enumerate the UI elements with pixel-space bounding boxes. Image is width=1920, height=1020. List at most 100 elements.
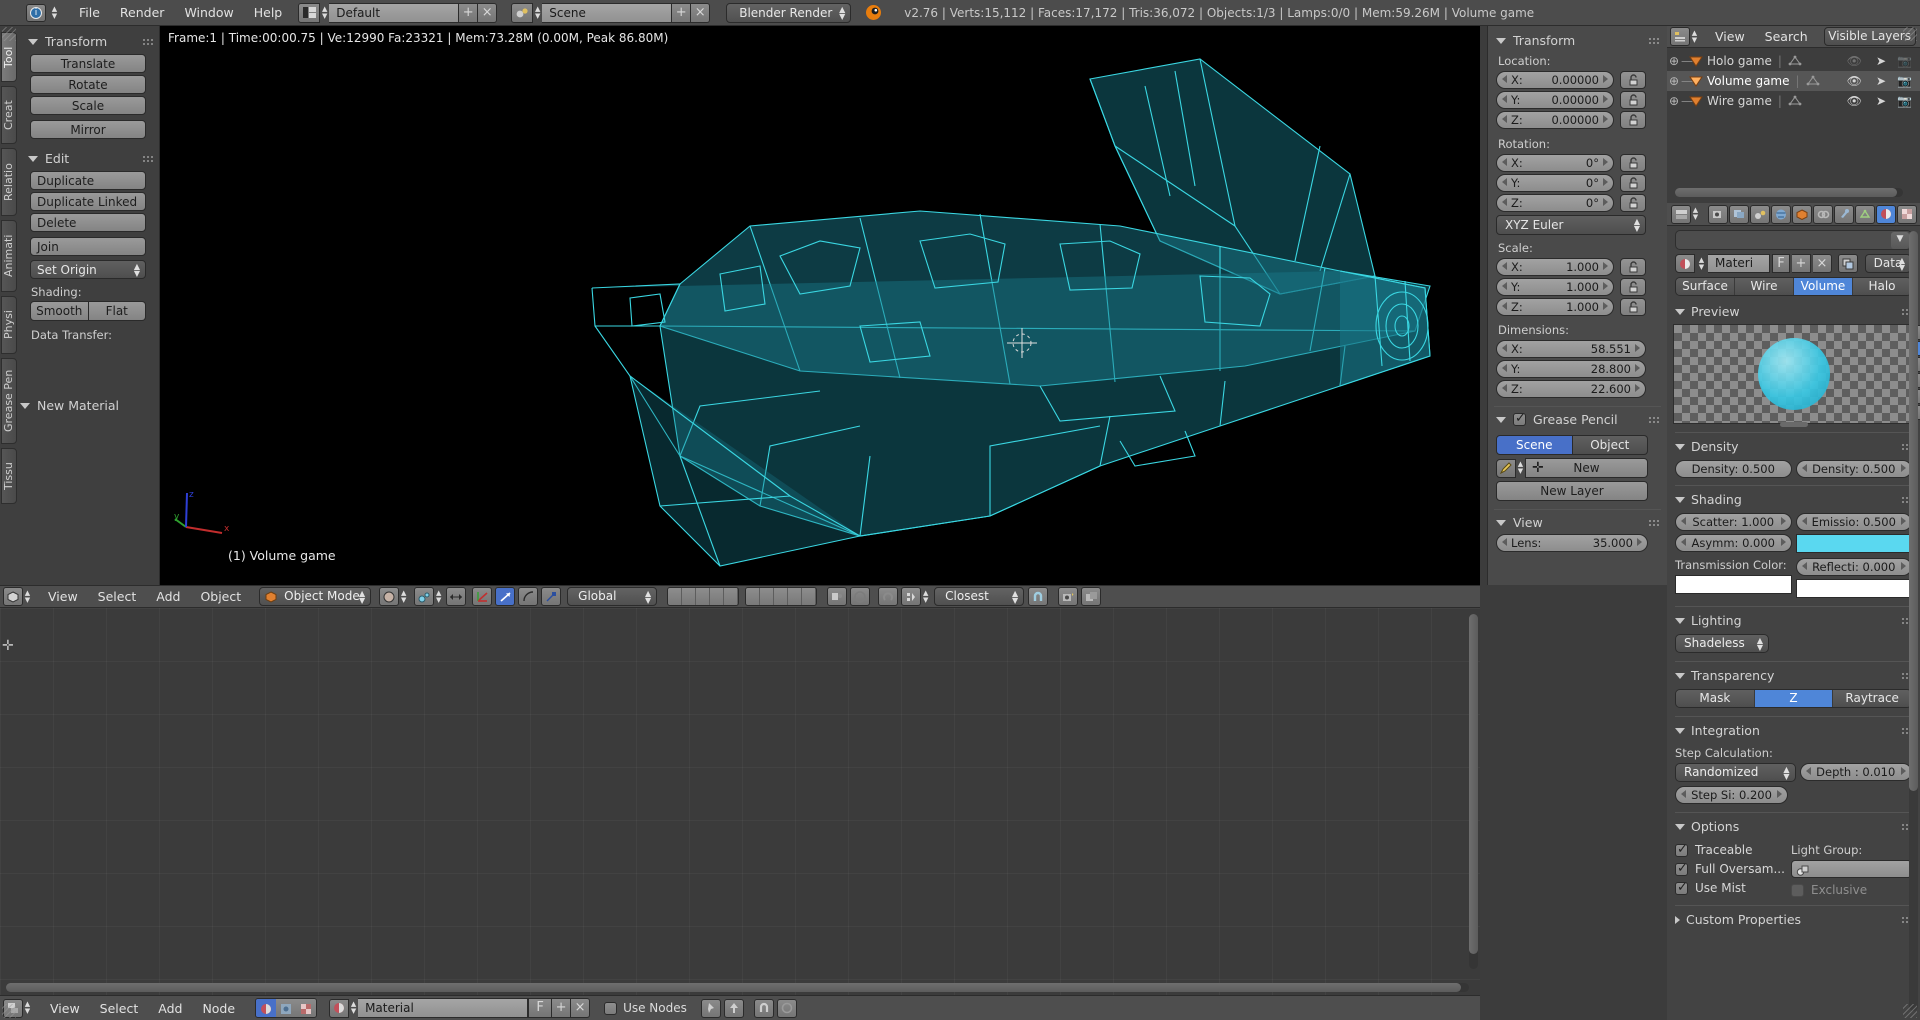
layer-cell[interactable]	[802, 588, 817, 605]
material-link-selector[interactable]: Data ▲ ▼	[1865, 254, 1911, 273]
menu-help[interactable]: Help	[244, 2, 293, 23]
node-editor-vertical-scrollbar[interactable]	[1469, 614, 1478, 969]
snap-node-icon[interactable]	[753, 998, 774, 1018]
lock-location-z-icon[interactable]	[1620, 111, 1646, 129]
outliner-object-name[interactable]: Wire game	[1707, 94, 1772, 108]
grease-pencil-new-layer-button[interactable]: New Layer	[1496, 481, 1648, 501]
restrict-view-icon[interactable]: 👁	[1847, 74, 1862, 88]
add-screen-layout-button[interactable]: +	[459, 2, 479, 23]
snap-toggle-icon[interactable]	[878, 587, 899, 606]
location-z-field[interactable]: Z: 0.00000	[1496, 111, 1614, 129]
restrict-select-icon[interactable]: ➤	[1876, 74, 1886, 88]
proportional-edit-icon[interactable]	[850, 587, 871, 606]
editor-type-properties-icon[interactable]	[1671, 204, 1691, 224]
screen-layout-name[interactable]: Default	[329, 2, 460, 23]
area-corner-handle[interactable]	[2, 1004, 16, 1018]
material-remove-button[interactable]: ×	[1813, 254, 1832, 273]
layer-cell[interactable]	[724, 588, 739, 605]
properties-vertical-scrollbar[interactable]	[1909, 231, 1918, 1011]
blender-logo-icon[interactable]: i	[26, 3, 46, 22]
tool-delete-button[interactable]: Delete	[30, 213, 146, 232]
outliner-display-mode-chevron-icon[interactable]: ▲ ▼	[1690, 29, 1699, 44]
remove-screen-layout-button[interactable]: ×	[478, 2, 498, 23]
lock-scale-y-icon[interactable]	[1620, 278, 1646, 296]
lock-rotation-x-icon[interactable]	[1620, 154, 1646, 172]
object-shader-icon[interactable]	[256, 999, 277, 1017]
dimensions-y-field[interactable]: Y: 28.800	[1496, 360, 1646, 378]
toolshelf-panel-edit[interactable]: Edit	[20, 141, 159, 171]
restrict-select-icon[interactable]: ➤	[1876, 54, 1886, 68]
material-type-halo[interactable]: Halo	[1853, 278, 1911, 295]
outliner-row-wire-game[interactable]: ⊕ — Wire game | 👁 ➤ 📷	[1667, 91, 1920, 111]
lighting-panel-header[interactable]: Lighting	[1675, 611, 1912, 630]
restrict-view-icon[interactable]: 👁	[1847, 54, 1862, 68]
material-type-wire[interactable]: Wire	[1735, 278, 1794, 295]
object-tab-icon[interactable]	[1792, 204, 1812, 224]
viewport-menu-view[interactable]: View	[38, 586, 88, 607]
npanel-view-header[interactable]: View	[1488, 510, 1667, 534]
3d-viewport[interactable]: Frame:1 | Time:00:00.75 | Ve:12990 Fa:23…	[160, 26, 1480, 585]
menu-render[interactable]: Render	[110, 2, 175, 23]
transparency-raytrace-button[interactable]: Raytrace	[1833, 690, 1911, 707]
node-menu-select[interactable]: Select	[90, 998, 149, 1019]
integration-panel-header[interactable]: Integration	[1675, 721, 1912, 740]
world-tab-icon[interactable]	[1771, 204, 1791, 224]
layer-cell[interactable]	[696, 588, 711, 605]
material-fake-user-button[interactable]: F	[1772, 254, 1790, 273]
node-editor-horizontal-scrollbar[interactable]	[6, 983, 1469, 992]
texture-tab-icon[interactable]	[1897, 204, 1917, 224]
transmission-color-swatch[interactable]	[1675, 575, 1792, 594]
density-field[interactable]: Density: 0.500	[1675, 460, 1792, 478]
viewport-menu-add[interactable]: Add	[146, 586, 190, 607]
grease-pencil-source-scene-button[interactable]: Scene	[1496, 435, 1573, 455]
transparency-mask-button[interactable]: Mask	[1676, 690, 1755, 707]
scatter-field[interactable]: Scatter: 1.000	[1675, 513, 1792, 531]
step-calculation-selector[interactable]: Randomized ▲ ▼	[1675, 763, 1796, 782]
shading-solid-icon[interactable]	[379, 587, 400, 606]
material-slot-list[interactable]: ▼	[1675, 230, 1912, 250]
scene-tab-icon[interactable]	[1750, 204, 1770, 224]
lock-camera-to-view-icon[interactable]	[827, 587, 848, 606]
world-shader-icon[interactable]	[276, 999, 297, 1017]
node-menu-add[interactable]: Add	[148, 998, 192, 1019]
lock-location-x-icon[interactable]	[1620, 71, 1646, 89]
density-scale-field[interactable]: Density: 0.500	[1795, 460, 1912, 478]
linestyle-shader-icon[interactable]	[296, 999, 317, 1017]
location-y-field[interactable]: Y: 0.00000	[1496, 91, 1614, 109]
layer-cell[interactable]	[668, 588, 683, 605]
screen-layout-selector[interactable]: ▲ ▼ Default + ×	[298, 2, 498, 23]
transparency-mode-tabs[interactable]: Mask Z Transpare... Raytrace	[1675, 689, 1912, 708]
pencil-icon[interactable]	[1496, 458, 1516, 478]
dimensions-x-field[interactable]: X: 58.551	[1496, 340, 1646, 358]
viewport-menu-object[interactable]: Object	[190, 586, 251, 607]
scene-layers-second-row[interactable]	[745, 587, 818, 606]
toolshelf-tab-physics[interactable]: Physi	[1, 296, 17, 354]
outliner-menu-search[interactable]: Search	[1755, 26, 1818, 47]
magnet-icon[interactable]	[1028, 587, 1049, 606]
grease-pencil-source-object-button[interactable]: Object	[1572, 435, 1648, 455]
layer-cell[interactable]	[760, 588, 775, 605]
snap-element-chevron-icon[interactable]: ▲ ▼	[921, 589, 930, 604]
restrict-render-icon[interactable]: 📷	[1897, 94, 1912, 108]
material-type-surface[interactable]: Surface	[1676, 278, 1735, 295]
manipulator-extra-icon[interactable]	[541, 587, 562, 606]
area-corner-handle[interactable]	[1903, 27, 1917, 41]
grease-pencil-new-button[interactable]: ✛ New	[1525, 458, 1648, 478]
depth-field[interactable]: Depth : 0.010	[1799, 763, 1912, 781]
material-preview[interactable]	[1673, 324, 1920, 427]
layer-cell[interactable]	[682, 588, 697, 605]
node-menu-view[interactable]: View	[40, 998, 90, 1019]
outliner-row-volume-game[interactable]: ⊕ — Volume game | 👁 ➤ 📷	[1667, 71, 1920, 91]
tool-duplicate-linked-button[interactable]: Duplicate Linked	[30, 192, 146, 211]
scene-selector[interactable]: ▲ ▼ Scene + ×	[511, 2, 711, 23]
material-add-button[interactable]: +	[1792, 254, 1811, 273]
pivot-chevron-icon[interactable]: ▲ ▼	[434, 589, 443, 604]
use-mist-checkbox[interactable]	[1675, 880, 1688, 895]
go-to-parent-icon[interactable]	[723, 998, 744, 1018]
outliner-row-holo-game[interactable]: ⊕ — Holo game | 👁 ➤ 📷	[1667, 51, 1920, 71]
traceable-checkbox[interactable]	[1675, 842, 1688, 857]
restrict-render-icon[interactable]: 📷	[1897, 74, 1912, 88]
scale-y-field[interactable]: Y: 1.000	[1496, 278, 1614, 296]
node-menu-node[interactable]: Node	[192, 998, 245, 1019]
tool-scale-button[interactable]: Scale	[30, 96, 146, 115]
